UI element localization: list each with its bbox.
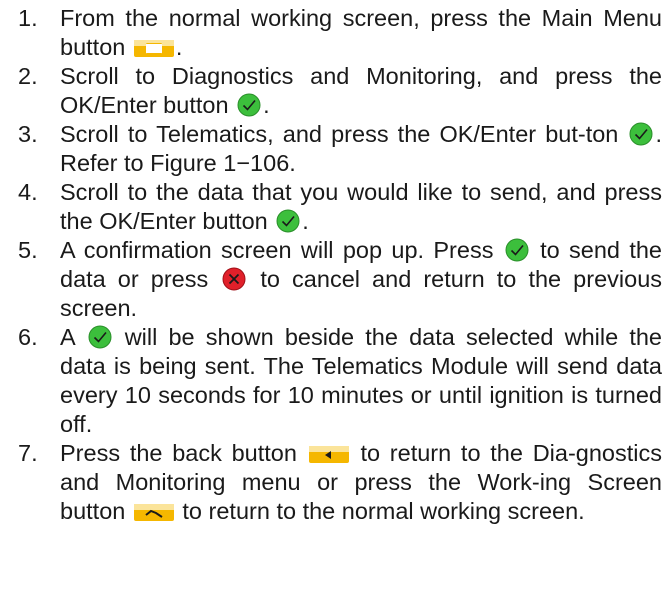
step-number: 7. xyxy=(18,440,38,466)
step-6: 6. A will be shown beside the data selec… xyxy=(0,323,670,439)
ok-enter-check-icon xyxy=(276,209,300,233)
step-3: 3. Scroll to Telematics, and press the O… xyxy=(0,120,670,178)
step-text-end: to return to the normal working screen. xyxy=(182,498,585,524)
step-number: 2. xyxy=(18,63,38,89)
step-5: 5. A confirmation screen will pop up. Pr… xyxy=(0,236,670,323)
ok-enter-check-icon xyxy=(629,122,653,146)
step-number: 6. xyxy=(18,324,38,350)
step-4: 4. Scroll to the data that you would lik… xyxy=(0,178,670,236)
step-number: 3. xyxy=(18,121,38,147)
step-text: A xyxy=(60,324,75,350)
step-text-end: . xyxy=(263,92,270,118)
ok-enter-check-icon xyxy=(505,238,529,262)
step-text: A confirmation screen will pop up. Press xyxy=(60,237,494,263)
ok-enter-check-icon xyxy=(88,325,112,349)
step-1: 1. From the normal working screen, press… xyxy=(0,4,670,62)
step-text: Scroll to the data that you would like t… xyxy=(60,179,662,234)
step-text: Press the back button xyxy=(60,440,297,466)
instruction-steps: 1. From the normal working screen, press… xyxy=(0,0,670,526)
step-number: 4. xyxy=(18,179,38,205)
step-7: 7. Press the back button to return to th… xyxy=(0,439,670,526)
ok-enter-check-icon xyxy=(237,93,261,117)
step-number: 1. xyxy=(18,5,38,31)
step-text: Scroll to Telematics, and press the OK/E… xyxy=(60,121,619,147)
back-button-icon xyxy=(308,446,349,463)
step-number: 5. xyxy=(18,237,38,263)
main-menu-button-icon xyxy=(133,40,174,57)
step-text-end: . xyxy=(175,34,183,60)
step-text: Scroll to Diagnostics and Monitoring, an… xyxy=(60,63,662,118)
step-text-end: will be shown beside the data selected w… xyxy=(60,324,663,437)
step-text-end: . xyxy=(302,208,309,234)
working-screen-button-icon xyxy=(133,504,174,521)
step-2: 2. Scroll to Diagnostics and Monitoring,… xyxy=(0,62,670,120)
cancel-x-icon xyxy=(222,267,246,291)
